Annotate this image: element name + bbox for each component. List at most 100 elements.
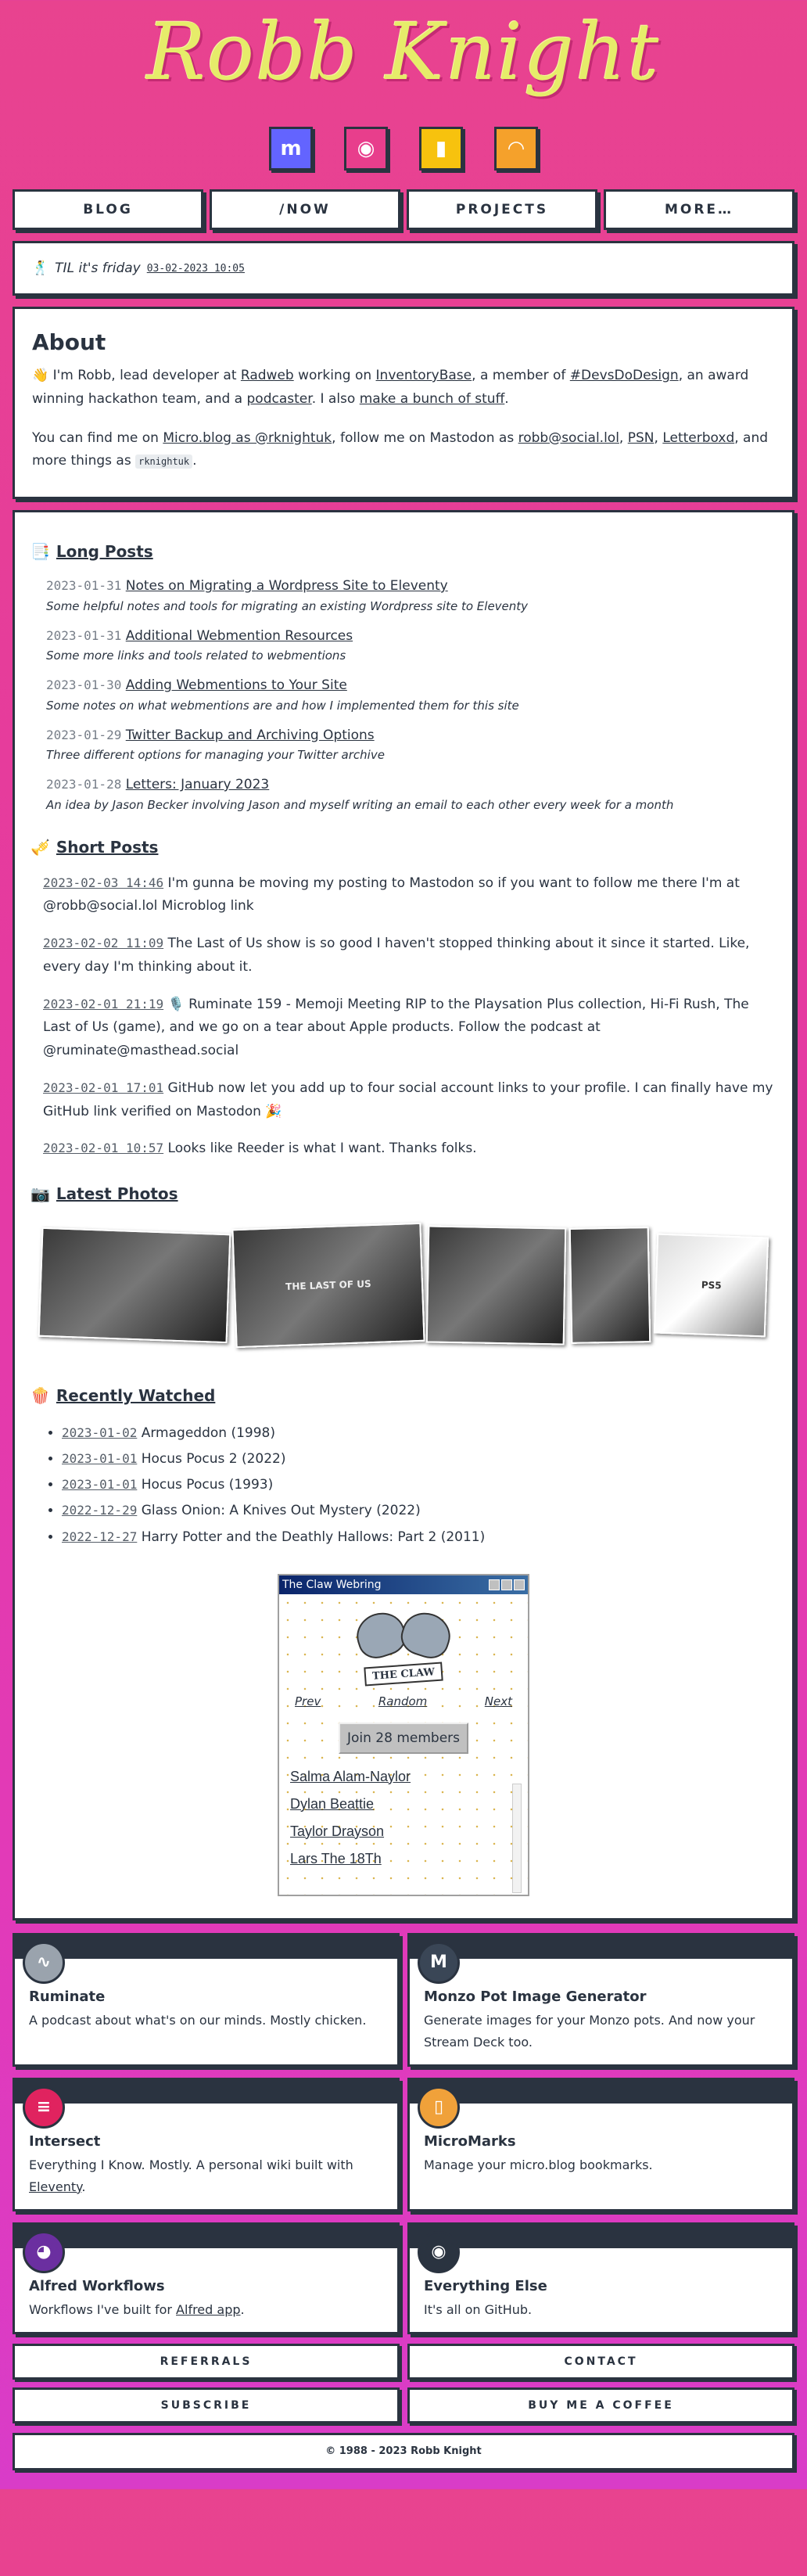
minimize-icon[interactable] — [489, 1579, 500, 1590]
list-item: 2023-01-02 Armageddon (1998) — [62, 1421, 777, 1446]
project-description: Everything I Know. Mostly. A personal wi… — [29, 2154, 383, 2198]
film-title: Armageddon (1998) — [141, 1425, 275, 1441]
mastodon-handle-link[interactable]: robb@social.lol — [518, 430, 619, 446]
podcaster-link[interactable]: podcaster — [247, 391, 312, 407]
social-links: m ◉ ▮ ◠ — [13, 127, 794, 181]
devsdodesign-link[interactable]: #DevsDoDesign — [570, 368, 679, 383]
nav-blog[interactable]: Blog — [13, 189, 203, 230]
short-posts-heading: 🎺 Short Posts — [30, 838, 777, 857]
close-icon[interactable] — [514, 1579, 525, 1590]
member-link[interactable]: Salma Alam-Naylor — [290, 1763, 520, 1791]
psn-link[interactable]: PSN — [628, 430, 655, 446]
project-card[interactable]: M Monzo Pot Image Generator Generate image… — [407, 1932, 794, 2067]
project-card[interactable]: ▯ MicroMarks Manage your micro.blog bookma… — [407, 2077, 794, 2211]
contact-button[interactable]: Contact — [407, 2343, 794, 2380]
post-date-link[interactable]: 2023-02-01 10:57 — [43, 1141, 163, 1155]
webring-random-link[interactable]: Random — [378, 1694, 427, 1708]
list-item: 2023-02-01 10:57 Looks like Reeder is wh… — [43, 1137, 777, 1161]
watched-list: 2023-01-02 Armageddon (1998) 2023-01-01 … — [30, 1421, 777, 1550]
photo[interactable]: THE LAST OF US — [231, 1222, 425, 1349]
microblog-link[interactable]: Micro.blog as @rknightuk — [163, 430, 332, 446]
project-title: MicroMarks — [424, 2132, 516, 2150]
about-text: , a member of — [472, 368, 570, 383]
photos-title[interactable]: Latest Photos — [56, 1184, 178, 1203]
radweb-link[interactable]: Radweb — [241, 368, 294, 383]
claw-moth-logo: THE CLAW — [350, 1605, 457, 1687]
camera-icon: 📷 — [30, 1184, 50, 1203]
wave-emoji: 👋 — [32, 368, 49, 383]
long-posts-title[interactable]: Long Posts — [56, 542, 153, 561]
photo[interactable] — [38, 1227, 231, 1344]
project-card[interactable]: ≡ Intersect Everything I Know. Mostly. A p… — [13, 2077, 400, 2211]
rss-link[interactable]: ◠ — [494, 127, 538, 171]
watch-date-link[interactable]: 2023-01-01 — [62, 1451, 137, 1466]
eleventy-link[interactable]: Eleventy — [29, 2179, 81, 2194]
alfred-link[interactable]: Alfred app — [176, 2302, 240, 2317]
post-date-link[interactable]: 2023-02-01 21:19 — [43, 997, 163, 1011]
photo[interactable] — [426, 1225, 567, 1345]
list-item: 2023-01-01 Hocus Pocus (1993) — [62, 1472, 777, 1498]
untappd-link[interactable]: ▮ — [419, 127, 463, 171]
post-date-link[interactable]: 2023-02-01 17:01 — [43, 1080, 163, 1095]
member-link[interactable]: Lars The 18Th — [290, 1845, 520, 1873]
watch-date-link[interactable]: 2022-12-29 — [62, 1503, 137, 1518]
post-title-link[interactable]: Letters: January 2023 — [126, 777, 270, 792]
post-date: 2023-01-31 — [46, 578, 122, 593]
buy-coffee-button[interactable]: Buy Me a Coffee — [407, 2387, 794, 2423]
document-icon: 📑 — [30, 542, 50, 561]
post-date: 2023-01-28 — [46, 777, 122, 792]
webring-titlebar: The Claw Webring — [279, 1575, 528, 1594]
nav-more[interactable]: More… — [604, 189, 794, 230]
film-title: Harry Potter and the Deathly Hallows: Pa… — [141, 1529, 486, 1545]
letterboxd-link[interactable]: Letterboxd — [662, 430, 734, 446]
untappd-icon: ▮ — [435, 137, 447, 160]
subscribe-button[interactable]: Subscribe — [13, 2387, 400, 2423]
watch-date-link[interactable]: 2022-12-27 — [62, 1529, 137, 1544]
ruminate-icon: ∿ — [23, 1941, 65, 1984]
webring-next-link[interactable]: Next — [485, 1694, 512, 1708]
post-title-link[interactable]: Twitter Backup and Archiving Options — [126, 728, 375, 743]
project-description: Generate images for your Monzo pots. And… — [424, 2010, 778, 2053]
project-text: A podcast about what's on our minds. Mos… — [29, 2012, 367, 2028]
site-logo[interactable]: Robb Knight — [13, 6, 794, 98]
project-card[interactable]: ◕ Alfred Workflows Workflows I've built fo… — [13, 2222, 400, 2334]
member-link[interactable]: Dylan Beattie — [290, 1791, 520, 1818]
mastodon-link[interactable]: m — [269, 127, 313, 171]
list-item: 2023-01-30 Adding Webmentions to Your Si… — [46, 676, 777, 715]
project-title: Ruminate — [29, 1988, 106, 2005]
dancer-emoji: 🕺 — [32, 260, 49, 276]
webring-prev-link[interactable]: Prev — [295, 1694, 321, 1708]
main-nav: Blog /Now Projects More… — [13, 189, 794, 230]
watch-date-link[interactable]: 2023-01-01 — [62, 1477, 137, 1492]
github-link[interactable]: ◉ — [344, 127, 388, 171]
stuff-link[interactable]: make a bunch of stuff — [360, 391, 505, 407]
post-date-link[interactable]: 2023-02-02 11:09 — [43, 936, 163, 950]
post-title-link[interactable]: Additional Webmention Resources — [126, 628, 353, 644]
watched-title[interactable]: Recently Watched — [56, 1386, 215, 1405]
photo[interactable] — [568, 1227, 651, 1344]
nav-now[interactable]: /Now — [210, 189, 400, 230]
about-text: , — [619, 429, 628, 446]
join-button[interactable]: Join 28 members — [339, 1722, 468, 1754]
watch-date-link[interactable]: 2023-01-02 — [62, 1425, 137, 1440]
post-title-link[interactable]: Notes on Migrating a Wordpress Site to E… — [126, 578, 448, 594]
list-item: 2023-01-31 Notes on Migrating a Wordpres… — [46, 577, 777, 616]
til-date[interactable]: 03-02-2023 10:05 — [147, 263, 245, 275]
inventorybase-link[interactable]: InventoryBase — [376, 368, 472, 383]
post-title-link[interactable]: Adding Webmentions to Your Site — [126, 677, 347, 693]
trumpet-icon: 🎺 — [30, 837, 50, 857]
project-text: Manage your micro.blog bookmarks. — [424, 2157, 653, 2172]
post-date-link[interactable]: 2023-02-03 14:46 — [43, 875, 163, 890]
referrals-button[interactable]: Referrals — [13, 2343, 400, 2380]
maximize-icon[interactable] — [501, 1579, 512, 1590]
project-card[interactable]: ∿ Ruminate A podcast about what's on our m… — [13, 1932, 400, 2067]
about-text: I'm Robb, lead developer at — [48, 368, 241, 383]
member-link[interactable]: Taylor Drayson — [290, 1818, 520, 1845]
about-title: About — [32, 329, 106, 355]
post-date: 2023-01-31 — [46, 627, 122, 643]
photo[interactable]: PS5 — [653, 1233, 769, 1338]
scrollbar[interactable] — [512, 1783, 522, 1893]
short-posts-title[interactable]: Short Posts — [56, 838, 159, 857]
nav-projects[interactable]: Projects — [407, 189, 597, 230]
project-card[interactable]: ◉ Everything Else It's all on GitHub. — [407, 2222, 794, 2334]
